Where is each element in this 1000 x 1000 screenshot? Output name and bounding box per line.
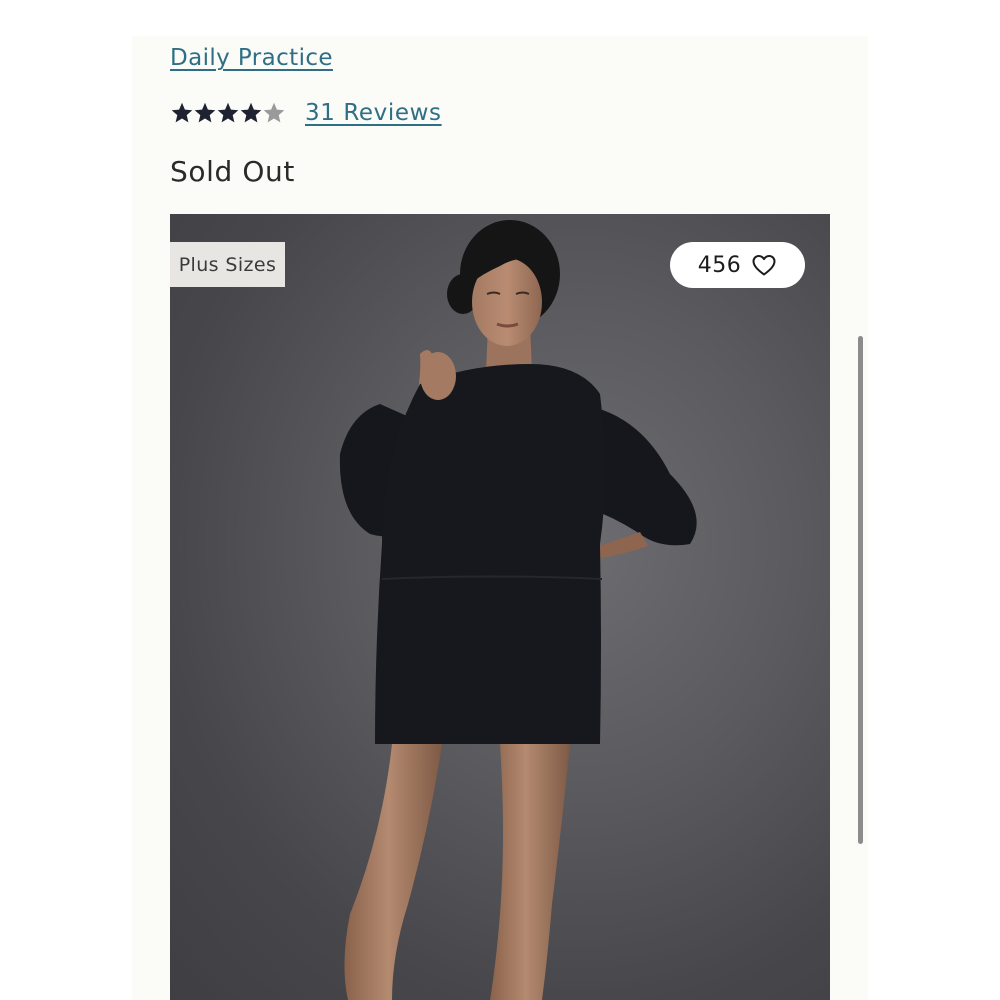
scrollbar[interactable] <box>858 336 863 844</box>
availability-status: Sold Out <box>170 155 295 188</box>
plus-sizes-badge: Plus Sizes <box>170 242 285 287</box>
rating-row: 31 Reviews <box>170 96 442 130</box>
favorites-count: 456 <box>697 252 742 278</box>
star-icon <box>171 102 193 123</box>
star-icon <box>217 102 239 123</box>
reviews-link[interactable]: 31 Reviews <box>305 100 442 126</box>
product-photo <box>339 220 697 1000</box>
heart-outline-icon <box>752 255 776 276</box>
star-icon <box>240 102 262 123</box>
star-icon <box>194 102 216 123</box>
favorite-button[interactable]: 456 <box>670 242 805 288</box>
product-page: Daily Practice 31 Reviews Sold Out Plus … <box>132 36 868 1000</box>
star-icon <box>263 102 285 123</box>
star-rating <box>170 101 285 125</box>
brand-link[interactable]: Daily Practice <box>170 45 333 71</box>
product-image[interactable]: Plus Sizes 456 <box>170 214 830 1000</box>
